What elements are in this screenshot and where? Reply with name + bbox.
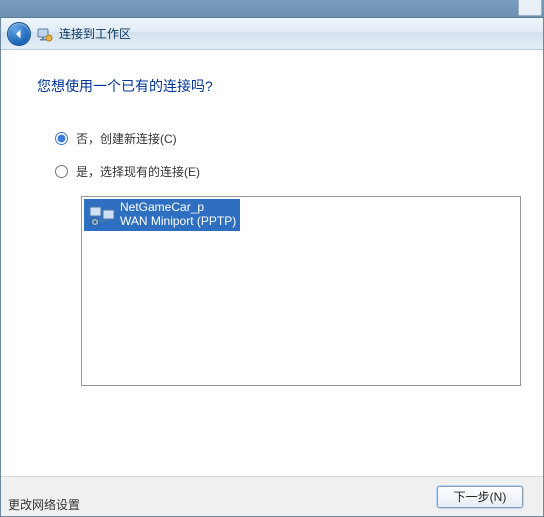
window-title: 连接到工作区 xyxy=(59,25,131,42)
existing-connections-list[interactable]: NetGameCar_p WAN Miniport (PPTP) xyxy=(81,196,521,386)
radio-group: 否，创建新连接(C) 是，选择现有的连接(E) xyxy=(55,130,543,180)
titlebar: 连接到工作区 xyxy=(1,18,543,50)
back-button[interactable] xyxy=(7,22,31,46)
network-icon xyxy=(37,26,53,42)
arrow-left-icon xyxy=(13,28,25,40)
next-button[interactable]: 下一步(N) xyxy=(437,486,523,508)
option-yes-use-existing[interactable]: 是，选择现有的连接(E) xyxy=(55,163,543,180)
window-controls-edge xyxy=(518,0,542,16)
connection-icon xyxy=(88,203,116,227)
radio-yes[interactable] xyxy=(55,165,68,178)
connection-text: NetGameCar_p WAN Miniport (PPTP) xyxy=(120,201,236,229)
connection-name: NetGameCar_p xyxy=(120,201,236,215)
wizard-window: 连接到工作区 您想使用一个已有的连接吗? 否，创建新连接(C) 是，选择现有的连… xyxy=(0,18,544,517)
button-bar: 下一步(N) xyxy=(1,476,543,516)
connection-device: WAN Miniport (PPTP) xyxy=(120,215,236,229)
option-no-create-new[interactable]: 否，创建新连接(C) xyxy=(55,130,543,147)
change-network-settings-link[interactable]: 更改网络设置 xyxy=(8,496,80,513)
radio-no[interactable] xyxy=(55,132,68,145)
wizard-content: 您想使用一个已有的连接吗? 否，创建新连接(C) 是，选择现有的连接(E) xyxy=(1,50,543,476)
connection-list-item[interactable]: NetGameCar_p WAN Miniport (PPTP) xyxy=(84,199,240,231)
background-strip xyxy=(0,0,544,18)
page-heading: 您想使用一个已有的连接吗? xyxy=(37,76,543,96)
option-no-label: 否，创建新连接(C) xyxy=(76,130,177,147)
option-yes-label: 是，选择现有的连接(E) xyxy=(76,163,200,180)
